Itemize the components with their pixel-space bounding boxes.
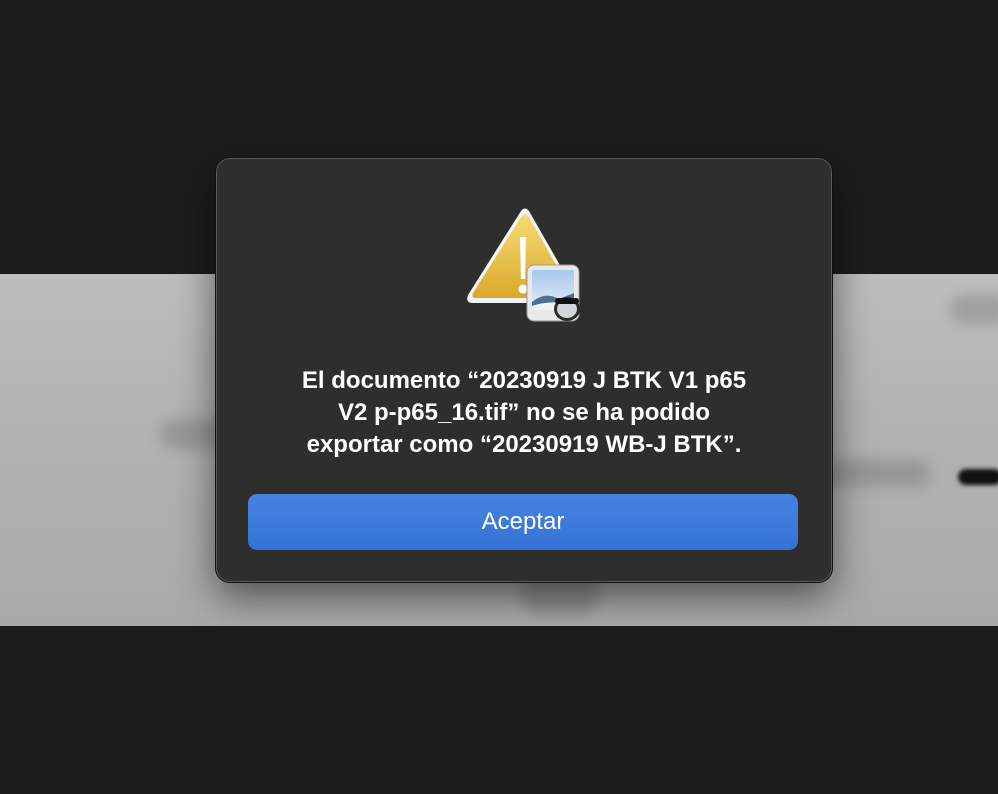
accept-button[interactable]: Aceptar [248,494,798,550]
message-line: El documento “20230919 J BTK V1 p65 [301,367,747,394]
warning-triangle-icon [463,207,587,325]
blot-band [958,469,998,485]
message-line: exportar como “20230919 WB-J BTK”. [306,431,742,458]
preview-app-icon [526,264,580,322]
alert-message: El documento “20230919 J BTK V1 p65 V2 p… [257,365,791,461]
alert-dialog: El documento “20230919 J BTK V1 p65 V2 p… [216,158,832,582]
message-line: V2 p-p65_16.tif” no se ha podido [337,399,711,426]
